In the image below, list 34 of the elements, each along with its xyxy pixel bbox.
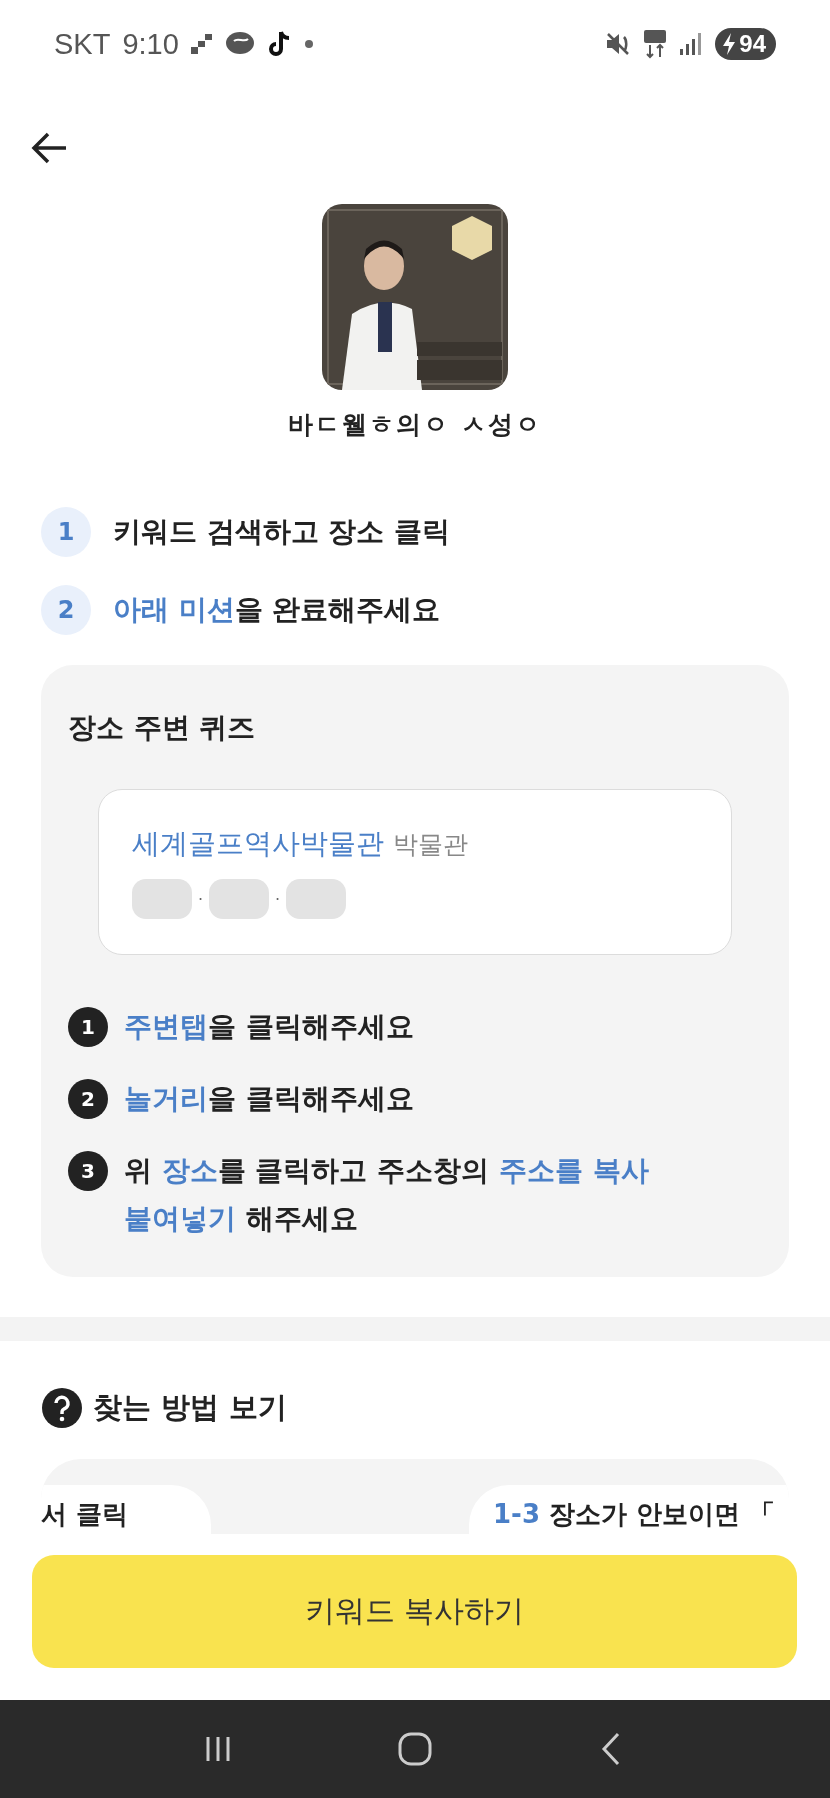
dot-icon [304, 40, 313, 48]
step-number: 3 [68, 1151, 108, 1191]
instruction-text: 위 장소를 클릭하고 주소창의 주소를 복사 붙여넣기 해주세요 [124, 1153, 650, 1237]
place-name: 바ㄷ웰ㅎ의ㅇ ㅅ성ㅇ [288, 409, 542, 441]
hidden-text-blank [286, 879, 347, 919]
step-text: 키워드 검색하고 장소 클릭 [113, 514, 451, 550]
signal-icon [679, 32, 704, 56]
step-text: 아래 미션을 완료해주세요 [113, 592, 441, 628]
place-card[interactable]: 세계골프역사박물관 박물관 · · [98, 789, 732, 955]
clock-text: 9:10 [122, 27, 179, 61]
separator-dot: · [198, 889, 204, 909]
quiz-title: 장소 주변 퀴즈 [68, 710, 257, 746]
step-number: 2 [68, 1079, 108, 1119]
guide-card[interactable]: 서 클릭 [41, 1485, 211, 1534]
instruction-text: 주변탭을 클릭해주세요 [124, 1009, 414, 1045]
help-icon [41, 1387, 83, 1429]
carrier-text: SKT [54, 27, 111, 61]
place-category: 박물관 [392, 830, 468, 859]
chat-bubble-icon [224, 31, 257, 57]
home-icon[interactable] [397, 1731, 433, 1767]
step-number: 1 [41, 507, 91, 557]
battery-indicator: 94 [715, 28, 776, 60]
instruction-text: 놀거리을 클릭해주세요 [124, 1081, 414, 1117]
step-number: 2 [41, 585, 91, 635]
hidden-text-blank [132, 879, 192, 919]
step-number: 1 [68, 1007, 108, 1047]
section-title: 찾는 방법 보기 [93, 1389, 288, 1426]
guide-card[interactable]: 1-3 장소가 안보이면 「 [469, 1485, 789, 1534]
copy-keyword-button[interactable]: 키워드 복사하기 [32, 1555, 797, 1668]
separator-dot: · [275, 889, 281, 909]
hidden-text-blank [209, 879, 270, 919]
place-title: 세계골프역사박물관 [132, 827, 384, 860]
network-icon [643, 29, 668, 59]
app-notification-icon [190, 33, 213, 55]
